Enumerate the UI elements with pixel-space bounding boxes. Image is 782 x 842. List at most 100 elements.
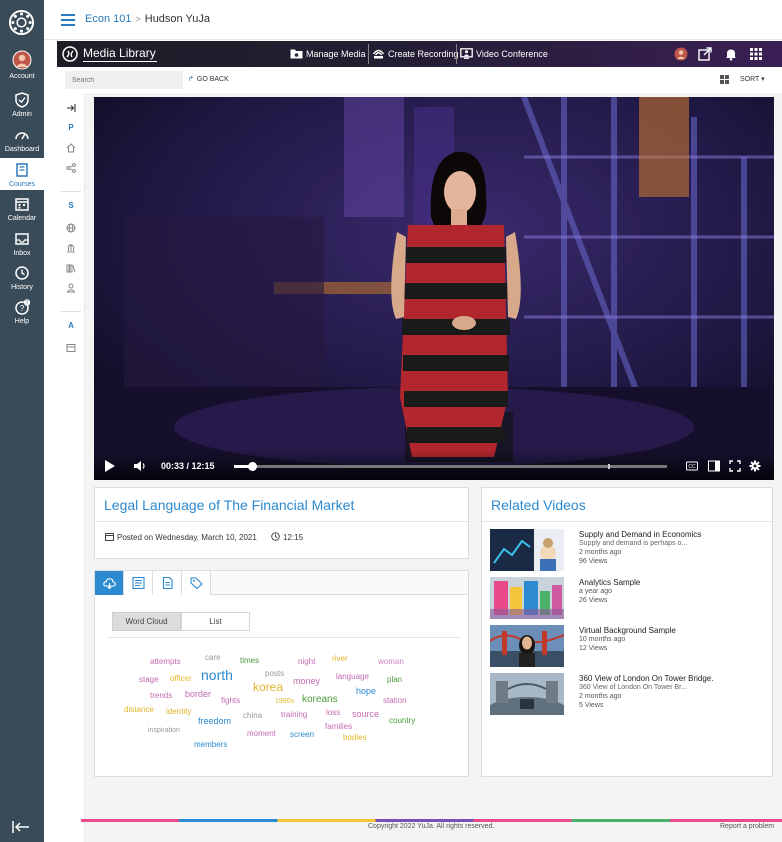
clock-icon xyxy=(15,266,29,280)
document-tab[interactable] xyxy=(153,571,182,595)
list-view-button[interactable]: List xyxy=(181,612,250,631)
related-video-item[interactable]: Supply and Demand in Economics Supply an… xyxy=(490,529,770,573)
bell-icon[interactable] xyxy=(724,47,738,61)
word-cloud-word[interactable]: distance xyxy=(124,705,154,714)
global-nav-account[interactable]: Account xyxy=(0,50,44,84)
related-video-date: 2 months ago xyxy=(579,693,622,700)
manage-media-button[interactable]: Manage Media xyxy=(290,47,366,61)
related-video-item[interactable]: Virtual Background Sample 10 months ago … xyxy=(490,625,770,669)
progress-scrubber[interactable] xyxy=(248,462,257,471)
word-cloud-word[interactable]: trends xyxy=(150,691,172,700)
word-cloud-word[interactable]: members xyxy=(194,740,227,749)
video-player[interactable]: 00:33 / 12:15 CC xyxy=(94,97,774,480)
institution-icon[interactable] xyxy=(66,243,76,253)
grid-view-icon[interactable] xyxy=(720,75,729,84)
word-cloud-word[interactable]: china xyxy=(243,711,262,720)
word-cloud-word[interactable]: language xyxy=(336,672,369,681)
home-icon[interactable] xyxy=(66,143,76,153)
play-icon[interactable] xyxy=(105,460,115,472)
yuja-logo-icon[interactable] xyxy=(62,46,78,62)
user-group-icon[interactable] xyxy=(66,283,76,293)
tags-tab[interactable] xyxy=(182,571,211,595)
global-nav-calendar[interactable]: Calendar xyxy=(0,196,44,226)
globe-icon[interactable] xyxy=(66,223,76,233)
media-side-rail: P S A xyxy=(57,93,85,842)
global-nav-inbox[interactable]: Inbox xyxy=(0,231,44,261)
word-cloud-word[interactable]: money xyxy=(293,676,320,686)
word-cloud-word[interactable]: station xyxy=(383,696,407,705)
word-cloud-word[interactable]: north xyxy=(201,667,233,683)
word-cloud-view-button[interactable]: Word Cloud xyxy=(112,612,181,631)
word-cloud-word[interactable]: night xyxy=(298,657,315,666)
word-cloud-word[interactable]: hope xyxy=(356,686,376,696)
transcript-tab[interactable] xyxy=(124,571,153,595)
rail-section-admin[interactable]: A xyxy=(57,321,85,330)
word-cloud-word[interactable]: country xyxy=(389,716,415,725)
related-video-description: 360 View of London On Tower Br... xyxy=(579,684,687,691)
word-cloud-word[interactable]: koreans xyxy=(302,694,338,705)
global-nav-label: Admin xyxy=(12,111,32,118)
word-cloud-word[interactable]: 1990s xyxy=(275,698,294,705)
word-cloud-word[interactable]: attempts xyxy=(150,657,181,666)
create-recording-button[interactable]: Create Recording xyxy=(372,47,459,61)
global-nav-dashboard[interactable]: Dashboard xyxy=(0,127,44,157)
word-cloud-word[interactable]: loss xyxy=(326,708,340,717)
settings-gear-icon[interactable] xyxy=(749,460,761,472)
user-avatar[interactable] xyxy=(674,47,688,61)
word-cloud-word[interactable]: times xyxy=(240,656,259,665)
breadcrumb: Econ 101 > Hudson YuJa xyxy=(85,13,210,25)
word-cloud-word[interactable]: posts xyxy=(265,669,284,678)
related-video-views: 12 Views xyxy=(579,645,608,652)
fullscreen-icon[interactable] xyxy=(729,460,741,472)
word-cloud-word[interactable]: families xyxy=(325,722,352,731)
global-nav-history[interactable]: History xyxy=(0,265,44,295)
global-nav-courses[interactable]: Courses xyxy=(0,158,44,190)
breadcrumb-course-link[interactable]: Econ 101 xyxy=(85,13,131,25)
word-cloud-word[interactable]: identity xyxy=(166,707,191,716)
word-cloud-word[interactable]: border xyxy=(185,689,211,699)
word-cloud-word[interactable]: stage xyxy=(139,675,159,684)
word-cloud-word[interactable]: bodies xyxy=(343,733,367,742)
go-back-button[interactable]: ↱ GO BACK xyxy=(188,75,229,83)
app-title[interactable]: Media Library xyxy=(83,46,156,60)
volume-icon[interactable] xyxy=(134,461,147,471)
captions-icon[interactable]: CC xyxy=(686,460,698,472)
avatar xyxy=(12,50,32,70)
word-cloud-word[interactable]: inspiration xyxy=(148,727,180,734)
word-cloud-word[interactable]: screen xyxy=(290,730,314,739)
library-icon[interactable] xyxy=(66,263,76,273)
share-icon[interactable] xyxy=(66,163,76,173)
insights-tabs xyxy=(95,571,468,595)
word-cloud-word[interactable]: source xyxy=(352,709,379,719)
collapse-nav-icon[interactable] xyxy=(12,820,30,834)
video-conference-button[interactable]: Video Conference xyxy=(460,47,548,61)
archive-icon[interactable] xyxy=(66,343,76,353)
report-problem-link[interactable]: Report a problem xyxy=(720,823,774,830)
external-link-icon[interactable] xyxy=(698,47,712,61)
word-cloud-tab[interactable] xyxy=(95,571,124,595)
word-cloud-word[interactable]: river xyxy=(332,654,348,663)
apps-grid-icon[interactable] xyxy=(749,47,763,61)
word-cloud-word[interactable]: training xyxy=(281,710,307,719)
word-cloud-word[interactable]: officer xyxy=(170,674,192,683)
rail-section-personal[interactable]: P xyxy=(57,123,85,132)
menu-toggle-icon[interactable] xyxy=(61,14,75,26)
word-cloud-word[interactable]: freedom xyxy=(198,716,231,726)
word-cloud-word[interactable]: korea xyxy=(253,680,283,694)
word-cloud-word[interactable]: care xyxy=(205,653,221,662)
side-panel-icon[interactable] xyxy=(708,460,720,472)
global-nav-admin[interactable]: Admin xyxy=(0,92,44,122)
collapse-right-icon[interactable] xyxy=(66,103,76,113)
progress-bar[interactable] xyxy=(234,462,667,471)
search-input[interactable] xyxy=(65,71,183,89)
word-cloud-word[interactable]: fights xyxy=(221,696,240,705)
rail-section-shared[interactable]: S xyxy=(57,201,85,210)
related-video-item[interactable]: 360 View of London On Tower Bridge. 360 … xyxy=(490,673,770,717)
word-cloud-word[interactable]: plan xyxy=(387,675,402,684)
word-cloud-word[interactable]: woman xyxy=(378,657,404,666)
word-cloud-word[interactable]: moment xyxy=(247,729,276,738)
canvas-logo-icon[interactable] xyxy=(8,9,35,36)
global-nav-help[interactable]: ? 7 Help xyxy=(0,299,44,329)
sort-dropdown[interactable]: SORT ▾ xyxy=(740,75,765,83)
related-video-item[interactable]: Analytics Sample a year ago 26 Views xyxy=(490,577,770,621)
